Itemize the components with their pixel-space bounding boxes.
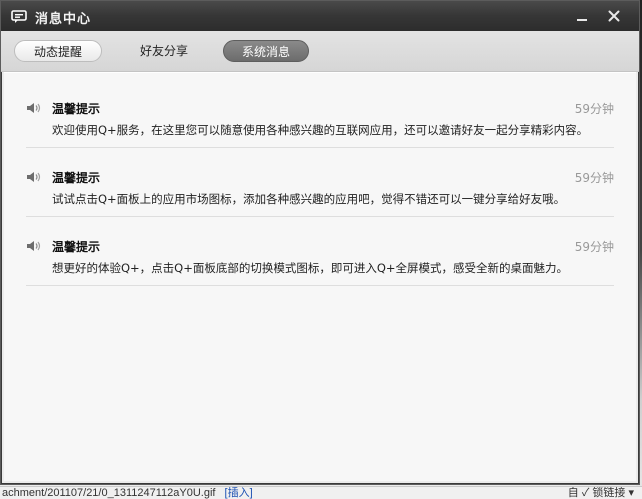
message-time: 59分钟 — [574, 171, 614, 185]
message-title: 温馨提示 — [52, 240, 101, 254]
message-title: 温馨提示 — [52, 102, 101, 116]
speaker-icon — [26, 100, 42, 114]
window-title: 消息中心 — [35, 12, 92, 27]
message-icon — [11, 9, 27, 23]
tab-activity-reminders[interactable]: 动态提醒 — [14, 40, 102, 62]
minimize-button[interactable] — [573, 7, 591, 25]
message-time: 59分钟 — [574, 102, 614, 116]
message-body: 欢迎使用Q+服务，在这里您可以随意使用各种感兴趣的互联网应用，还可以邀请好友一起… — [52, 123, 589, 137]
title-bar[interactable]: 消息中心 — [1, 1, 639, 31]
background-status-bar: achment/201107/21/0_1311247112aY0U.gif [… — [0, 486, 642, 499]
tab-bar: 动态提醒 好友分享 系统消息 — [1, 31, 639, 72]
tab-system-messages[interactable]: 系统消息 — [223, 40, 309, 62]
background-insert-link[interactable]: [插入] — [225, 487, 253, 499]
close-button[interactable] — [605, 7, 623, 25]
message-body: 试试点击Q+面板上的应用市场图标，添加各种感兴趣的应用吧，觉得不错还可以一键分享… — [52, 192, 566, 206]
minimize-icon — [576, 7, 588, 26]
message-time: 59分钟 — [574, 240, 614, 254]
speaker-icon — [26, 169, 42, 183]
message-list: 温馨提示 59分钟 欢迎使用Q+服务，在这里您可以随意使用各种感兴趣的互联网应用… — [4, 72, 636, 481]
list-item: 温馨提示 59分钟 欢迎使用Q+服务，在这里您可以随意使用各种感兴趣的互联网应用… — [26, 79, 614, 148]
background-attachment-path: achment/201107/21/0_1311247112aY0U.gif — [2, 487, 216, 499]
background-right-text: 自 ✓ 锁链接 ▾ — [567, 487, 634, 499]
list-item: 温馨提示 59分钟 想更好的体验Q+，点击Q+面板底部的切换模式图标，即可进入Q… — [26, 217, 614, 286]
tab-friend-shares[interactable]: 好友分享 — [119, 40, 209, 62]
message-center-window: 消息中心 动态提醒 好友分享 系统消息 温馨提示 59分钟 欢迎使用Q+服务，在… — [0, 0, 640, 485]
list-item: 温馨提示 59分钟 试试点击Q+面板上的应用市场图标，添加各种感兴趣的应用吧，觉… — [26, 148, 614, 217]
speaker-icon — [26, 238, 42, 252]
message-body: 想更好的体验Q+，点击Q+面板底部的切换模式图标，即可进入Q+全屏模式，感受全新… — [52, 261, 569, 275]
message-title: 温馨提示 — [52, 171, 101, 185]
close-icon — [608, 7, 620, 26]
